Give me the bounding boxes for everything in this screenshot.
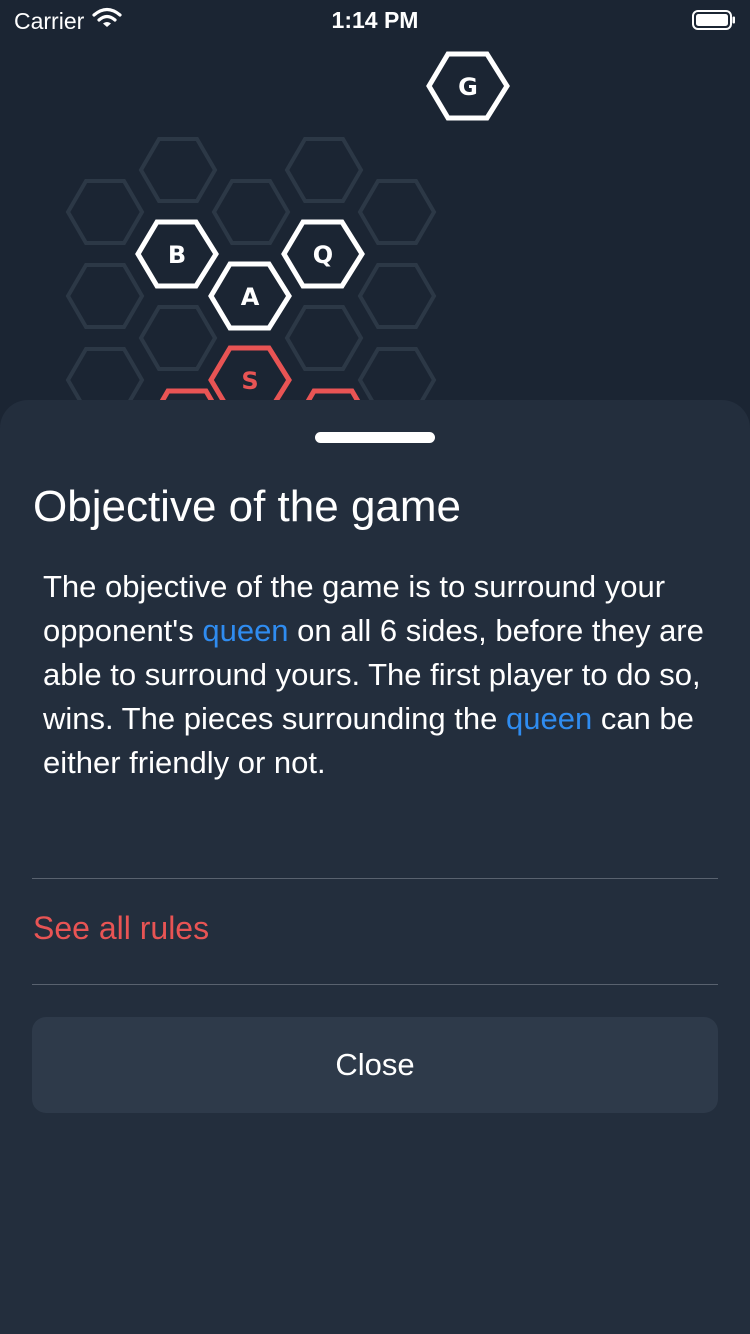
objective-sheet: Objective of the game The objective of t…: [0, 400, 750, 1334]
tile-letter: Q: [313, 241, 333, 269]
empty-cell: [138, 305, 218, 371]
empty-cell: [284, 305, 364, 371]
empty-cell: [357, 263, 437, 329]
tile-grasshopper[interactable]: G: [426, 51, 510, 121]
tile-ant[interactable]: A: [208, 261, 292, 331]
tile-beetle[interactable]: B: [135, 219, 219, 289]
sheet-grabber[interactable]: [315, 432, 435, 443]
tile-letter: A: [241, 283, 260, 311]
game-board: G B Q A S: [65, 51, 510, 420]
queen-highlight: queen: [505, 701, 593, 736]
status-time: 1:14 PM: [331, 7, 419, 33]
tile-letter: S: [241, 367, 258, 395]
battery-icon: [692, 10, 736, 30]
tile-queen[interactable]: Q: [281, 219, 365, 289]
empty-cell: [284, 137, 364, 203]
close-button[interactable]: Close: [32, 1017, 718, 1113]
tile-letter: B: [168, 241, 186, 269]
objective-description: The objective of the game is to surround…: [43, 565, 718, 785]
empty-cell: [65, 263, 145, 329]
status-bar: Carrier 1:14 PM: [0, 0, 750, 40]
empty-cell: [65, 179, 145, 245]
empty-cell: [357, 179, 437, 245]
tile-letter: G: [458, 73, 478, 101]
divider: [32, 984, 718, 985]
divider: [32, 878, 718, 879]
queen-highlight: queen: [202, 613, 289, 648]
sheet-title: Objective of the game: [33, 482, 462, 531]
see-all-rules-link[interactable]: See all rules: [33, 910, 209, 947]
empty-cell: [211, 179, 291, 245]
empty-cell: [138, 137, 218, 203]
